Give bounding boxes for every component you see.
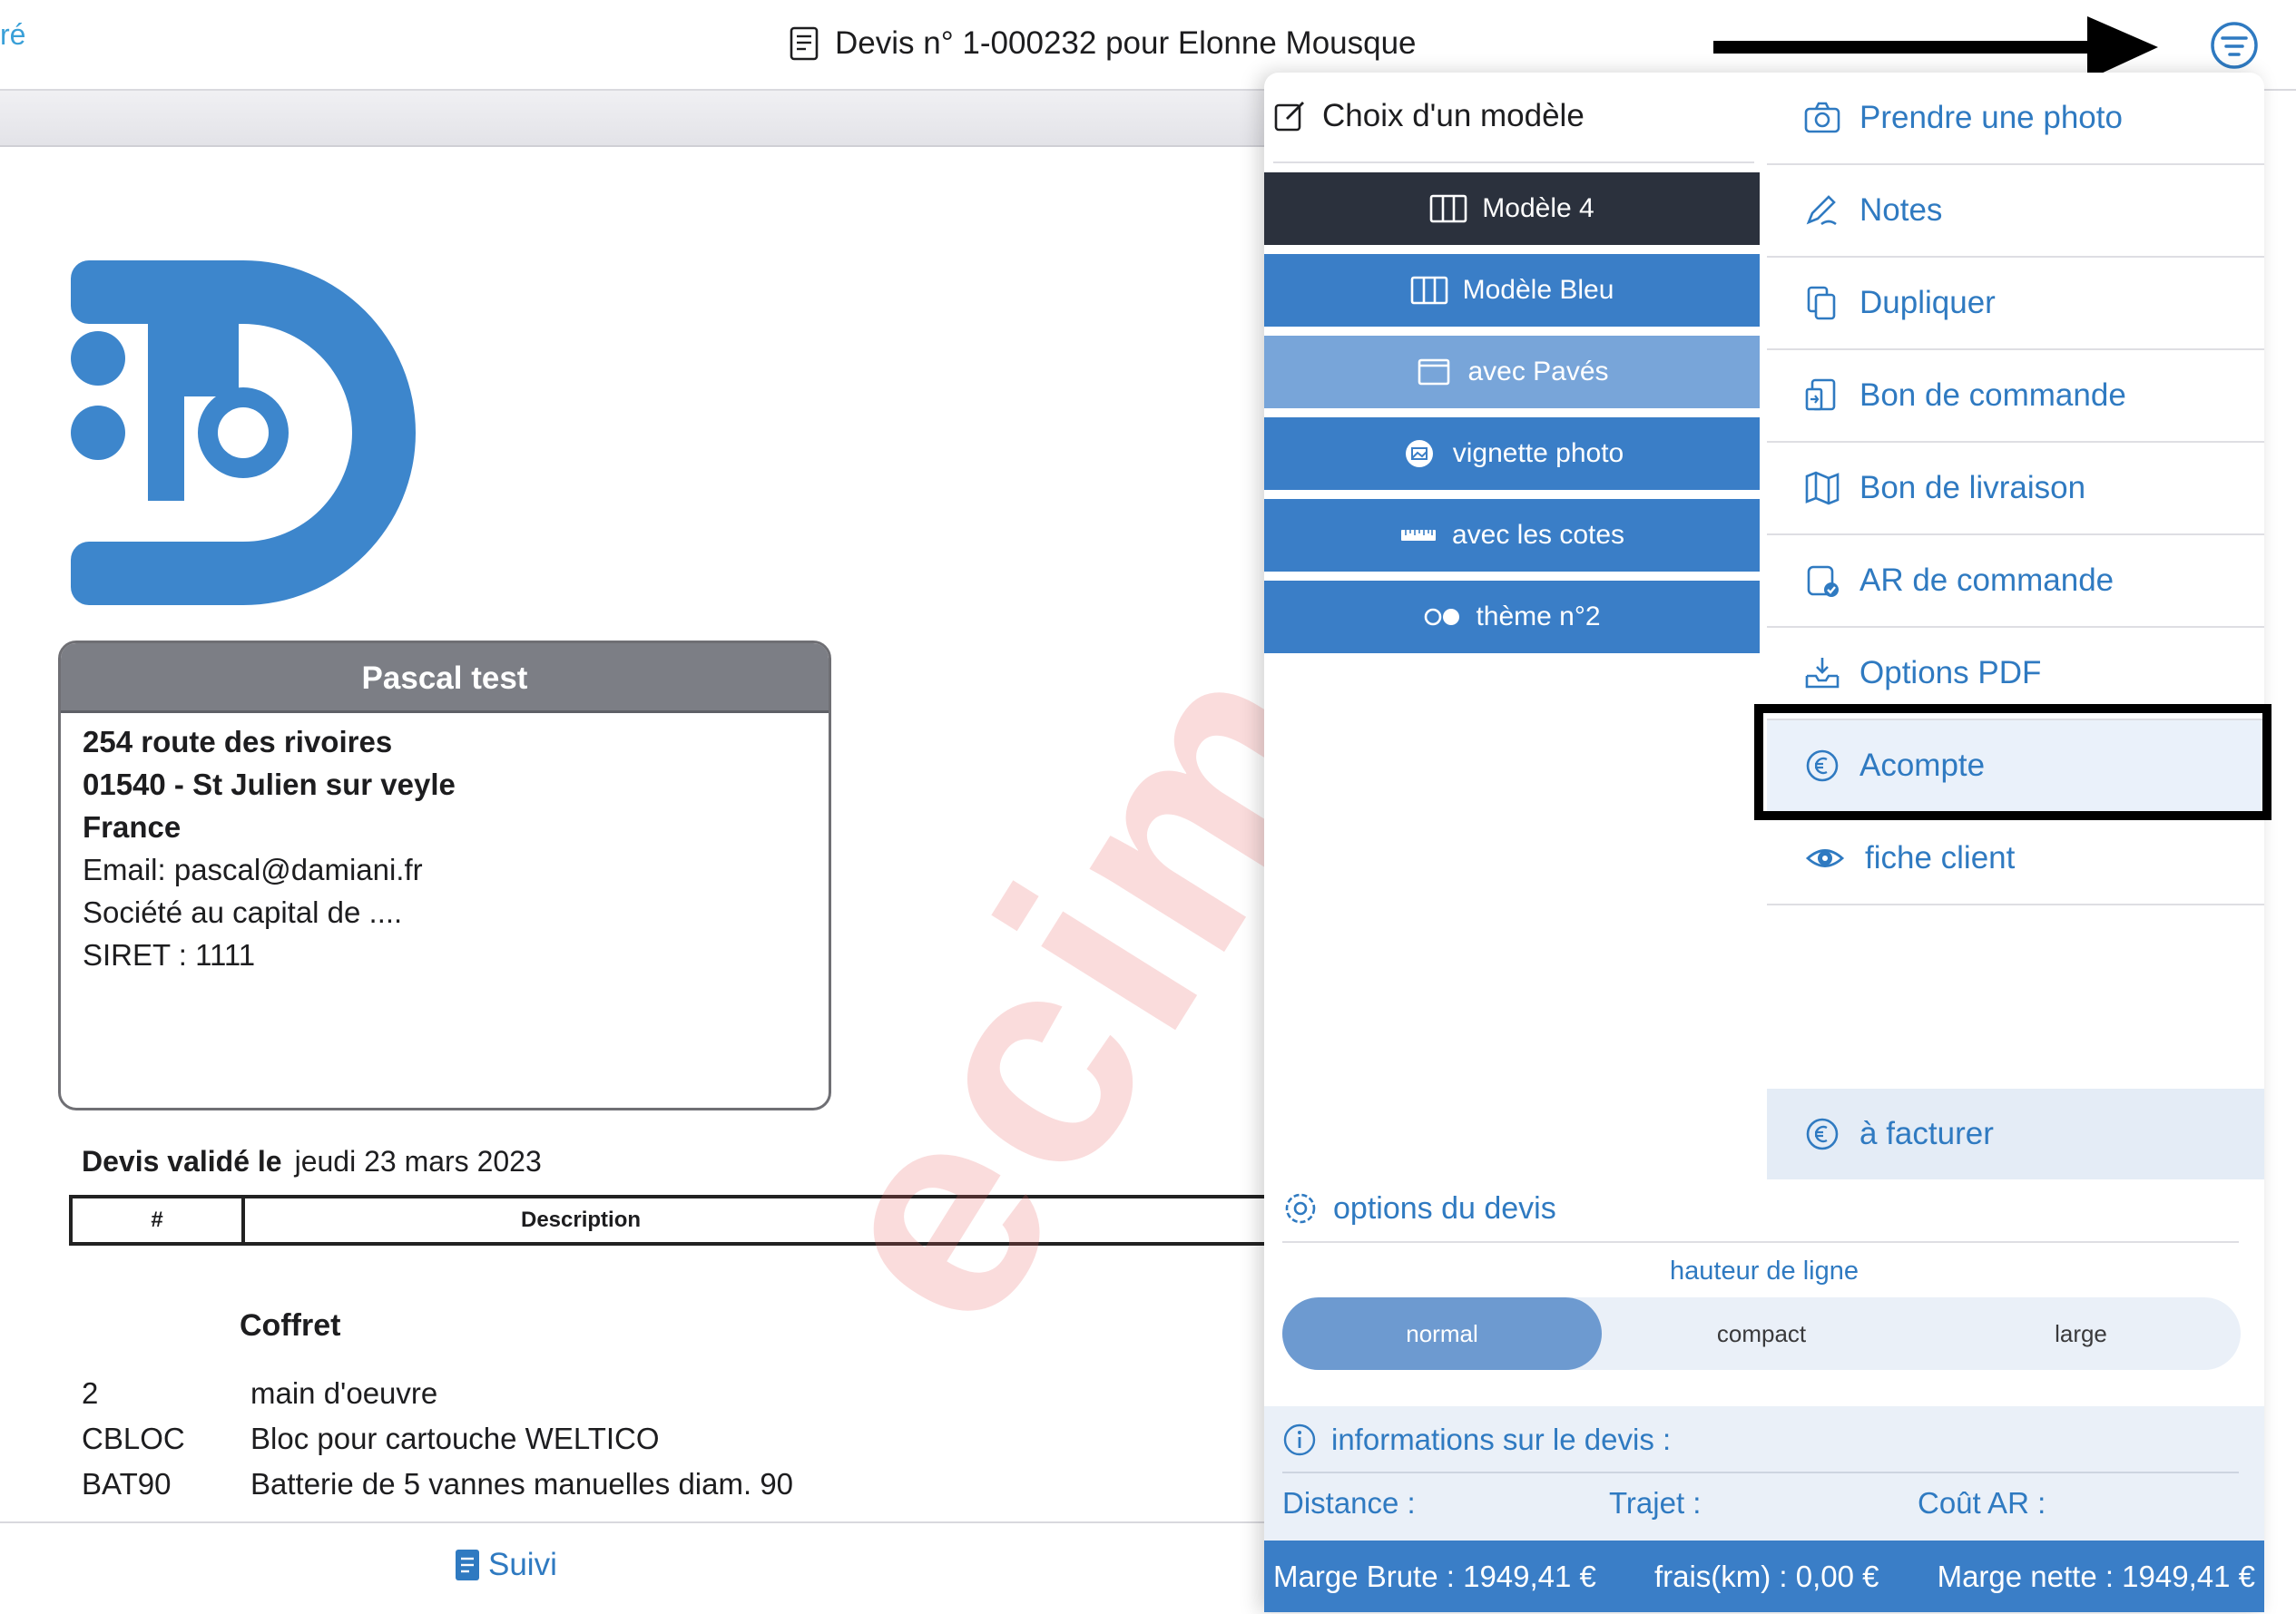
- map-icon: [1805, 471, 1840, 505]
- client-address-line1: 254 route des rivoires: [83, 725, 393, 758]
- order-icon: [1805, 378, 1836, 411]
- bottom-bar: Suivi: [0, 1521, 1266, 1614]
- info-icon: [1283, 1423, 1316, 1456]
- quote-info-panel: informations sur le devis : Distance : T…: [1264, 1406, 2264, 1612]
- client-name: Pascal test: [61, 643, 829, 713]
- menu-item-bon-commande[interactable]: Bon de commande: [1767, 350, 2264, 443]
- model-chooser-title: Choix d'un modèle: [1273, 98, 1585, 134]
- document-icon: [790, 26, 819, 61]
- distance-field: Distance :: [1282, 1486, 1416, 1520]
- row-description: main d'oeuvre: [250, 1376, 438, 1410]
- client-address-line2: 01540 - St Julien sur veyle: [83, 768, 456, 801]
- row-description: Bloc pour cartouche WELTICO: [250, 1422, 660, 1455]
- row-code: CBLOC: [82, 1422, 185, 1455]
- window-icon: [1418, 358, 1450, 386]
- validation-date: jeudi 23 mars 2023: [294, 1145, 542, 1178]
- divider: [1273, 161, 1754, 163]
- download-tray-icon: [1805, 658, 1840, 689]
- row-description: Batterie de 5 vannes manuelles diam. 90: [250, 1467, 794, 1501]
- theme-dots-icon: [1425, 608, 1460, 626]
- margin-summary-bar: Marge Brute : 1949,41 € frais(km) : 0,00…: [1264, 1541, 2264, 1612]
- model-vignette-button[interactable]: vignette photo: [1264, 417, 1760, 490]
- row-code: 2: [82, 1376, 99, 1410]
- model-cotes-button[interactable]: avec les cotes: [1264, 499, 1760, 572]
- marge-nette: Marge nette : 1949,41 €: [1937, 1559, 2255, 1593]
- model-bleu-button[interactable]: Modèle Bleu: [1264, 254, 1760, 327]
- validation-label: Devis validé le: [82, 1145, 282, 1178]
- suivi-button[interactable]: Suivi: [456, 1547, 557, 1583]
- options-devis-title[interactable]: options du devis: [1282, 1190, 1556, 1227]
- menu-item-bon-livraison[interactable]: Bon de livraison: [1767, 443, 2264, 535]
- sub-toolbar: [0, 91, 1266, 147]
- menu-item-ar-commande[interactable]: AR de commande: [1767, 535, 2264, 628]
- info-title: informations sur le devis :: [1282, 1423, 1671, 1457]
- table-row: CBLOC Bloc pour cartouche WELTICO: [82, 1422, 660, 1456]
- validation-line: Devis validé le jeudi 23 mars 2023: [82, 1145, 542, 1179]
- document-title-text: Devis n° 1-000232 pour Elonne Mousque: [835, 25, 1417, 61]
- eye-icon: [1805, 849, 1845, 867]
- section-title: Coffret: [240, 1308, 341, 1343]
- ruler-icon: [1400, 530, 1436, 541]
- menu-item-notes[interactable]: Notes: [1767, 165, 2264, 258]
- trajet-field: Trajet :: [1609, 1486, 1702, 1520]
- model-paves-button[interactable]: avec Pavés: [1264, 336, 1760, 408]
- column-header-number: #: [73, 1198, 245, 1242]
- actions-popover: Choix d'un modèle Modèle 4 Modèle Bleu a…: [1264, 73, 2264, 1612]
- line-height-segmented-control: normal compact large: [1282, 1297, 2241, 1370]
- divider: [1282, 1241, 2239, 1243]
- camera-icon: [1804, 102, 1840, 133]
- document-preview: Pascal test 254 route des rivoires 01540…: [0, 147, 1266, 1521]
- line-height-normal[interactable]: normal: [1282, 1297, 1602, 1370]
- client-address-box: Pascal test 254 route des rivoires 01540…: [58, 641, 831, 1110]
- model-4-button[interactable]: Modèle 4: [1264, 172, 1760, 245]
- frais-km: frais(km) : 0,00 €: [1653, 1559, 1879, 1593]
- suivi-label: Suivi: [488, 1547, 557, 1582]
- back-link[interactable]: ré: [0, 18, 25, 52]
- image-icon: [1405, 440, 1433, 467]
- table-row: 2 main d'oeuvre: [82, 1376, 437, 1411]
- menu-item-fiche-client[interactable]: fiche client: [1767, 813, 2264, 905]
- euro-icon: [1806, 1118, 1839, 1150]
- client-country: France: [83, 810, 182, 844]
- model-theme2-button[interactable]: thème n°2: [1264, 581, 1760, 653]
- client-siret: SIRET : 1111: [83, 938, 256, 972]
- line-height-compact[interactable]: compact: [1602, 1297, 1921, 1370]
- table-row: BAT90 Batterie de 5 vannes manuelles dia…: [82, 1467, 793, 1502]
- columns-icon: [1429, 194, 1467, 223]
- menu-item-photo[interactable]: Prendre une photo: [1767, 73, 2264, 165]
- document-filled-icon: [456, 1550, 479, 1580]
- row-code: BAT90: [82, 1467, 172, 1501]
- client-email: Email: pascal@damiani.fr: [83, 853, 423, 886]
- ack-icon: [1807, 565, 1839, 597]
- gear-icon: [1285, 1193, 1316, 1224]
- company-logo: [71, 260, 416, 605]
- cout-ar-field: Coût AR :: [1918, 1486, 2046, 1520]
- a-facturer-button[interactable]: à facturer: [1767, 1089, 2264, 1179]
- columns-icon: [1410, 276, 1447, 305]
- line-height-label: hauteur de ligne: [1670, 1257, 1859, 1286]
- menu-circle-icon[interactable]: [2209, 20, 2260, 71]
- pen-icon: [1806, 195, 1837, 226]
- line-height-large[interactable]: large: [1921, 1297, 2241, 1370]
- document-title: Devis n° 1-000232 pour Elonne Mousque: [790, 25, 1417, 62]
- marge-brute: Marge Brute : 1949,41 €: [1273, 1559, 1596, 1593]
- annotation-highlight-box: [1754, 704, 2271, 820]
- edit-square-icon: [1274, 102, 1304, 132]
- duplicate-icon: [1807, 286, 1836, 320]
- divider: [1282, 1472, 2239, 1473]
- menu-item-dupliquer[interactable]: Dupliquer: [1767, 258, 2264, 350]
- client-capital: Société au capital de ....: [83, 895, 403, 929]
